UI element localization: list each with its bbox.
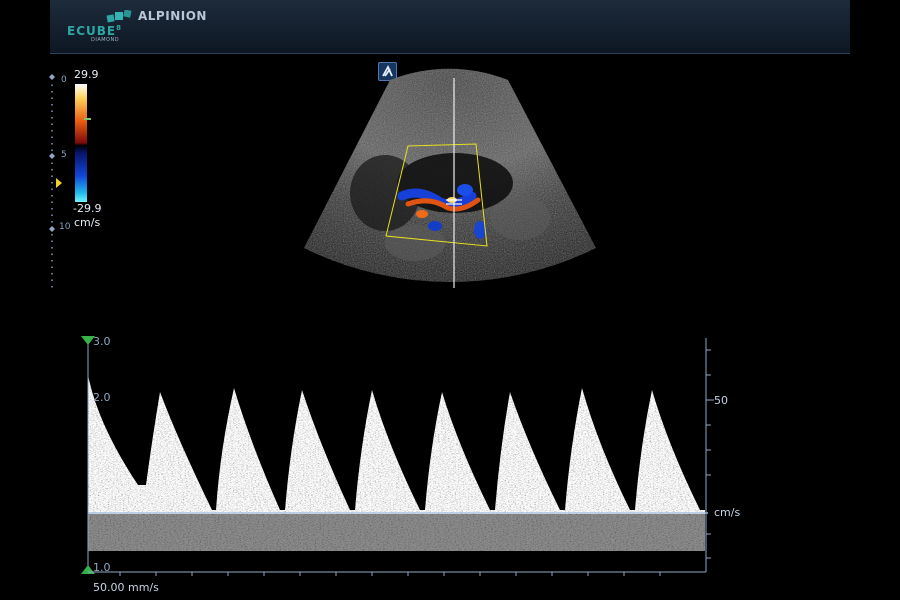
sweep-speed: 50.00 mm/s xyxy=(93,581,159,594)
color-scale-unit: cm/s xyxy=(74,216,101,229)
ultrasound-sector-image[interactable] xyxy=(290,68,610,293)
depth-label-5: 5 xyxy=(61,150,67,160)
velocity-label-50: 50 xyxy=(714,394,728,407)
depth-label-0: 0 xyxy=(61,75,67,85)
depth-label-10: 10 xyxy=(59,222,71,232)
app-header: ECUBE8 DIAMOND ALPINION xyxy=(50,0,850,54)
color-baseline-marker xyxy=(84,118,91,120)
velocity-unit: cm/s xyxy=(714,506,741,519)
depth-scale xyxy=(49,74,62,288)
color-velocity-bar xyxy=(75,84,87,202)
focus-triangle-icon xyxy=(56,178,62,188)
doppler-tick-1: 1.0 xyxy=(93,561,111,574)
brand-name: ALPINION xyxy=(138,9,207,23)
color-scale-min: -29.9 xyxy=(73,202,102,215)
doppler-tick-3: 3.0 xyxy=(93,335,111,348)
color-scale-max: 29.9 xyxy=(74,68,99,81)
product-logo: ECUBE8 xyxy=(67,24,122,38)
product-logo-sub: DIAMOND xyxy=(91,37,120,43)
doppler-tick-2: 2.0 xyxy=(93,391,111,404)
doppler-spectrum[interactable] xyxy=(80,330,730,580)
